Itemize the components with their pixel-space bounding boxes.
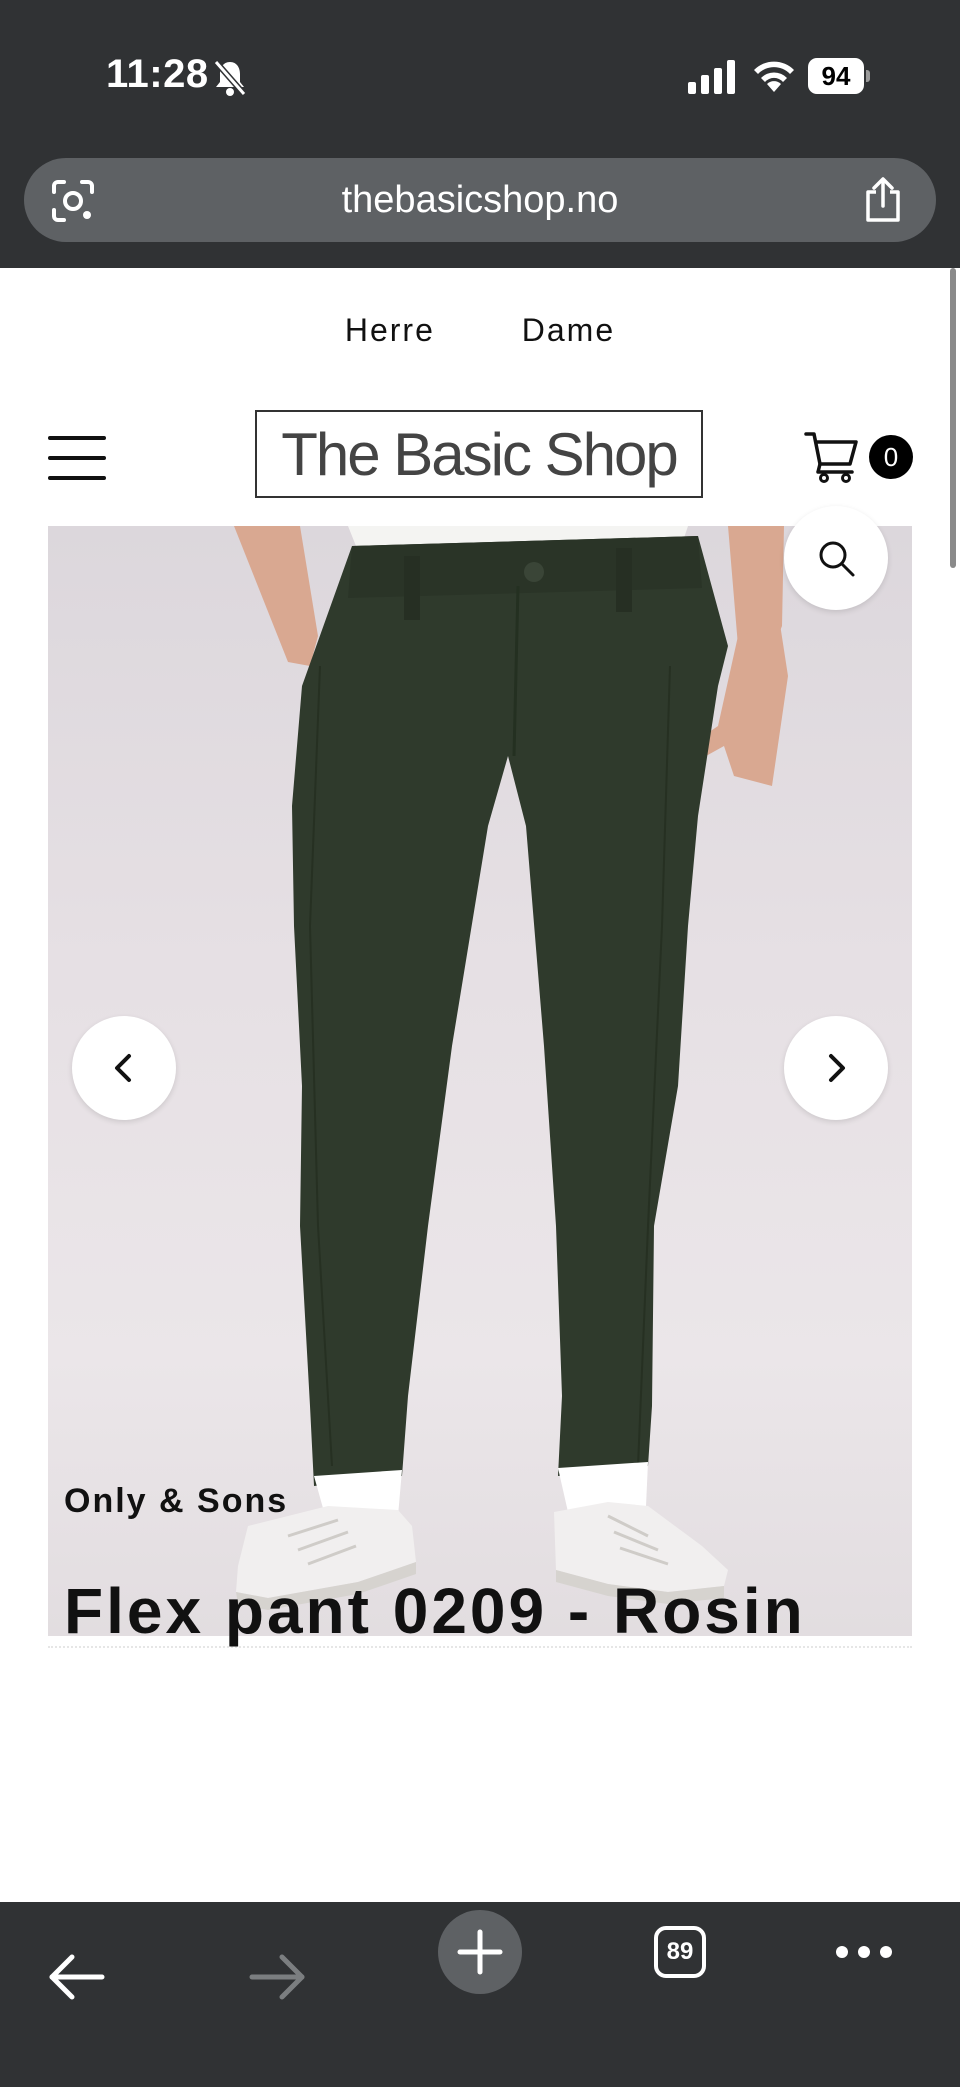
product-image[interactable] — [48, 526, 912, 1636]
product-photo-pants — [234, 526, 788, 1610]
nav-link-herre[interactable]: Herre — [345, 312, 435, 349]
url-text[interactable]: thebasicshop.no — [24, 158, 936, 242]
zoom-button[interactable] — [784, 506, 888, 610]
next-image-button[interactable] — [784, 1016, 888, 1120]
tabs-icon[interactable]: 89 — [654, 1926, 706, 1978]
top-nav: Herre Dame — [0, 312, 960, 349]
plus-icon — [457, 1929, 503, 1975]
bell-muted-icon — [213, 60, 247, 96]
logo-text: The Basic Shop — [281, 421, 679, 488]
wifi-icon — [754, 61, 794, 92]
battery-icon: 94 — [808, 58, 870, 94]
signal-icon — [688, 60, 735, 94]
status-time: 11:28 — [106, 52, 209, 96]
nav-link-dame[interactable]: Dame — [522, 312, 615, 349]
chevron-right-icon — [829, 1054, 845, 1082]
zoom-icon — [819, 541, 855, 577]
web-page: Herre Dame The Basic Shop 0 Only & Sons … — [0, 268, 960, 1902]
product-title: Flex pant 0209 - Rosin — [64, 1575, 806, 1647]
product-vendor[interactable]: Only & Sons — [64, 1482, 288, 1521]
battery-level: 94 — [808, 58, 864, 94]
battery-cap — [866, 70, 870, 82]
new-tab-button[interactable] — [438, 1910, 522, 1994]
cart-count-badge[interactable]: 0 — [869, 435, 913, 479]
back-arrow-icon[interactable] — [46, 1952, 108, 2002]
hamburger-icon[interactable] — [48, 436, 106, 480]
share-icon[interactable] — [862, 176, 904, 224]
forward-arrow-icon[interactable] — [246, 1952, 308, 2002]
url-bar[interactable]: thebasicshop.no — [24, 158, 936, 242]
prev-image-button[interactable] — [72, 1016, 176, 1120]
site-logo[interactable]: The Basic Shop — [255, 410, 703, 498]
chevron-left-icon — [115, 1054, 131, 1082]
page-scrollbar[interactable] — [950, 268, 956, 568]
more-icon[interactable] — [836, 1942, 892, 1962]
cart-icon[interactable] — [804, 428, 860, 484]
browser-top-chrome: 11:28 94 thebasicshop.no — [0, 0, 960, 268]
